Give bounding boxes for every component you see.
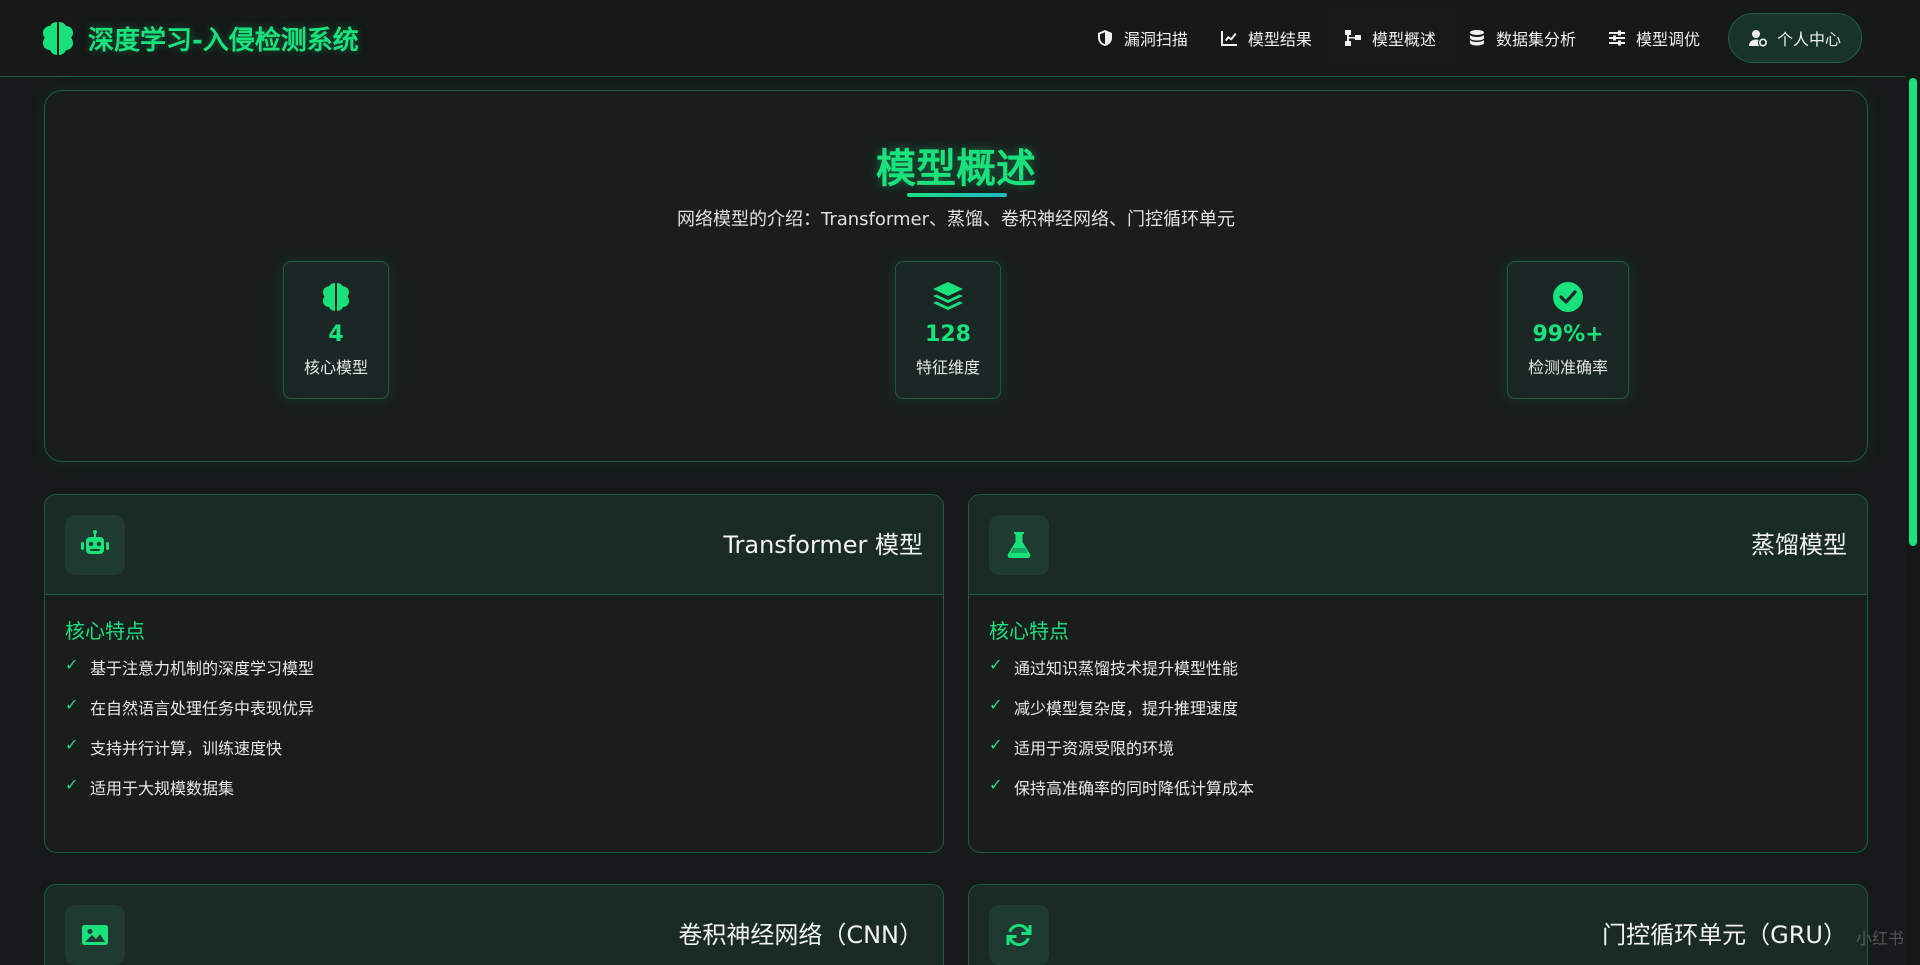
check-icon: ✓ xyxy=(65,735,79,754)
line-chart-icon xyxy=(1220,31,1237,46)
card-section-title: 核心特点 xyxy=(65,619,145,643)
card-title: 蒸馏模型 xyxy=(1751,531,1847,559)
page-title: 模型概述 xyxy=(876,146,1036,192)
nav-dataset-analysis[interactable]: 数据集分析 xyxy=(1452,12,1592,64)
stat-label: 核心模型 xyxy=(303,358,368,377)
list-item: ✓ 适用于大规模数据集 xyxy=(65,775,235,798)
card-cnn: 卷积神经网络（CNN） xyxy=(44,884,944,965)
nav-user-center-button[interactable]: 个人中心 xyxy=(1727,13,1862,63)
nav-label: 个人中心 xyxy=(1776,30,1841,49)
user-cog-icon xyxy=(1748,30,1767,47)
sync-icon xyxy=(1006,923,1032,947)
nav-label: 数据集分析 xyxy=(1495,30,1576,49)
nav-label: 模型调优 xyxy=(1635,30,1700,49)
check-icon: ✓ xyxy=(65,695,79,714)
flask-icon xyxy=(1007,532,1031,558)
nav-vulnerability-scan[interactable]: 漏洞扫描 xyxy=(1080,12,1204,64)
stat-feature-dimension: 128 特征维度 xyxy=(895,261,1001,399)
stat-core-models: 4 核心模型 xyxy=(283,261,389,399)
check-icon: ✓ xyxy=(989,655,1003,674)
feature-list: ✓ 通过知识蒸馏技术提升模型性能 ✓ 减少模型复杂度，提升推理速度 ✓ 适用于资源受限… xyxy=(989,655,1254,815)
card-icon-box xyxy=(989,905,1049,965)
card-section-title: 核心特点 xyxy=(989,619,1069,643)
stat-label: 特征维度 xyxy=(915,358,980,377)
list-item: ✓ 减少模型复杂度，提升推理速度 xyxy=(989,695,1239,718)
card-header: 卷积神经网络（CNN） xyxy=(45,885,943,965)
card-gru: 门控循环单元（GRU） xyxy=(968,884,1868,965)
list-item: ✓ 保持高准确率的同时降低计算成本 xyxy=(989,775,1255,798)
card-distillation: 蒸馏模型 核心特点 ✓ 通过知识蒸馏技术提升模型性能 ✓ 减少模型复杂度，提升推理速… xyxy=(968,494,1868,853)
brand-title: 深度学习-入侵检测系统 xyxy=(88,25,359,56)
check-icon: ✓ xyxy=(65,775,79,794)
card-header: Transformer 模型 xyxy=(45,495,943,595)
robot-icon xyxy=(81,530,109,554)
scrollbar-thumb[interactable] xyxy=(1909,78,1917,546)
nav-model-results[interactable]: 模型结果 xyxy=(1204,12,1328,64)
nav-label: 模型概述 xyxy=(1371,30,1436,49)
list-item: ✓ 基于注意力机制的深度学习模型 xyxy=(65,655,315,678)
list-item: ✓ 在自然语言处理任务中表现优异 xyxy=(65,695,315,718)
list-item: ✓ 适用于资源受限的环境 xyxy=(989,735,1175,758)
shield-icon xyxy=(1097,30,1112,46)
brand[interactable]: 深度学习-入侵检测系统 xyxy=(38,18,359,58)
card-icon-box xyxy=(65,515,125,575)
top-navbar: 深度学习-入侵检测系统 漏洞扫描 模型结果 模型概述 数据集分析 模型调优 个人… xyxy=(0,0,1920,77)
check-icon: ✓ xyxy=(989,775,1003,794)
list-item: ✓ 支持并行计算，训练速度快 xyxy=(65,735,283,758)
check-circle-icon xyxy=(1553,282,1583,312)
layers-icon xyxy=(933,282,963,310)
nav-model-overview[interactable]: 模型概述 xyxy=(1327,12,1452,64)
stat-value: 99%+ xyxy=(1532,322,1604,347)
check-icon: ✓ xyxy=(989,735,1003,754)
card-icon-box xyxy=(65,905,125,965)
stat-label: 检测准确率 xyxy=(1527,358,1608,377)
stat-value: 128 xyxy=(925,322,971,347)
title-underline xyxy=(907,193,1007,197)
stat-detection-accuracy: 99%+ 检测准确率 xyxy=(1507,261,1629,399)
database-icon xyxy=(1469,30,1484,46)
brain-icon xyxy=(323,283,349,311)
sitemap-icon xyxy=(1344,30,1361,46)
brain-icon xyxy=(43,22,73,55)
nav-model-tuning[interactable]: 模型调优 xyxy=(1592,12,1716,64)
card-header: 门控循环单元（GRU） xyxy=(969,885,1867,965)
list-item: ✓ 通过知识蒸馏技术提升模型性能 xyxy=(989,655,1239,678)
nav-label: 漏洞扫描 xyxy=(1123,30,1188,49)
check-icon: ✓ xyxy=(65,655,79,674)
card-icon-box xyxy=(989,515,1049,575)
page-subtitle: 网络模型的介绍：Transformer、蒸馏、卷积神经网络、门控循环单元 xyxy=(676,209,1235,230)
sliders-icon xyxy=(1608,30,1625,46)
image-icon xyxy=(82,925,108,945)
feature-list: ✓ 基于注意力机制的深度学习模型 ✓ 在自然语言处理任务中表现优异 ✓ 支持并行计算，… xyxy=(65,655,314,815)
card-title: 卷积神经网络（CNN） xyxy=(678,921,923,949)
nav-label: 模型结果 xyxy=(1247,30,1312,49)
card-header: 蒸馏模型 xyxy=(969,495,1867,595)
check-icon: ✓ xyxy=(989,695,1003,714)
watermark: 小红书 xyxy=(1855,929,1904,948)
card-title: 门控循环单元（GRU） xyxy=(1602,921,1847,949)
overview-hero: 模型概述 网络模型的介绍：Transformer、蒸馏、卷积神经网络、门控循环单… xyxy=(44,90,1868,462)
card-transformer: Transformer 模型 核心特点 ✓ 基于注意力机制的深度学习模型 ✓ 在自然… xyxy=(44,494,944,853)
stat-value: 4 xyxy=(328,322,344,347)
card-title: Transformer 模型 xyxy=(723,531,923,559)
